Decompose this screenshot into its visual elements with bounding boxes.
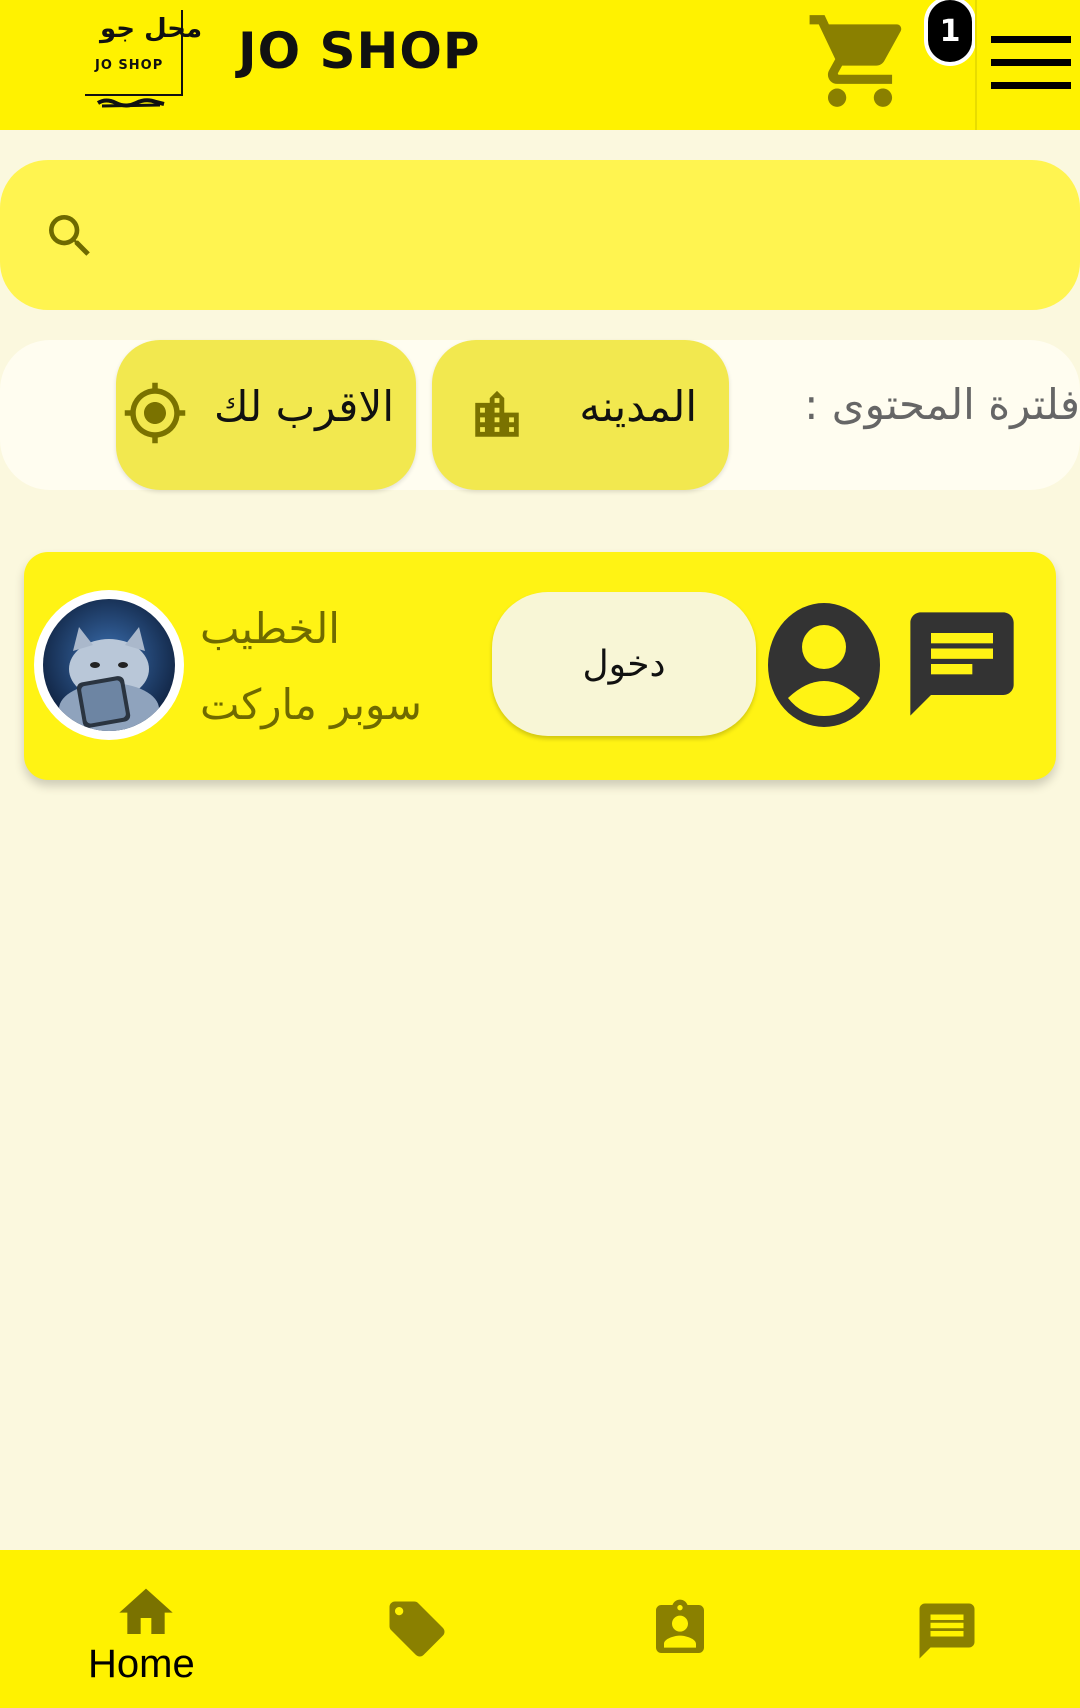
filter-label: فلترة المحتوى : [804,380,1080,429]
chat-message-icon[interactable] [900,602,1024,726]
filter-bar: فلترة المحتوى : المدينه الاقرب لك [0,340,1080,490]
cat-avatar-icon [43,599,175,731]
tag-icon [389,1601,445,1657]
search-icon [49,215,90,256]
logo-english-text: JO SHOP [95,58,164,73]
store-type: سوبر ماركت [200,680,422,729]
logo-arabic-text: محل جو [100,14,203,44]
enter-store-button[interactable]: دخول [492,592,756,736]
filter-chip-city-label: المدينه [579,382,697,431]
bottom-navigation: Home [0,1550,1080,1708]
cart-button[interactable] [805,6,915,116]
store-avatar-image [43,599,175,731]
filter-chip-nearest[interactable]: الاقرب لك [116,340,416,490]
account-circle-icon[interactable] [766,602,882,728]
shopping-cart-icon [809,15,902,107]
filter-chip-nearest-label: الاقرب لك [214,382,394,431]
hamburger-menu-icon [991,36,1071,43]
avatar [34,590,184,740]
filter-chip-city[interactable]: المدينه [432,340,729,490]
menu-button[interactable] [975,0,1080,130]
search-bar[interactable] [0,160,1080,310]
chat-message-icon [919,1603,975,1659]
hamburger-menu-icon-line [991,82,1071,89]
store-card[interactable]: الخطيب سوبر ماركت دخول [24,552,1056,780]
app-header: محل جو JO SHOP JO SHOP 1 [0,0,1080,130]
logo-scribble-icon [96,98,165,108]
nav-item-home[interactable]: Home [44,1550,244,1708]
nav-item-profile[interactable] [586,1550,786,1708]
nav-item-messages[interactable] [848,1550,1048,1708]
city-building-icon [475,390,519,437]
nav-item-offers[interactable] [320,1550,520,1708]
contact-badge-icon [656,1599,704,1653]
hamburger-menu-icon-line [991,59,1071,66]
home-icon [119,1588,173,1634]
gps-location-icon [124,382,186,444]
search-input[interactable] [110,195,1054,277]
cart-count-badge: 1 [928,0,972,62]
nav-item-home-label: Home [88,1642,195,1686]
brand-title: JO SHOP [238,22,481,80]
store-name: الخطيب [200,604,340,653]
